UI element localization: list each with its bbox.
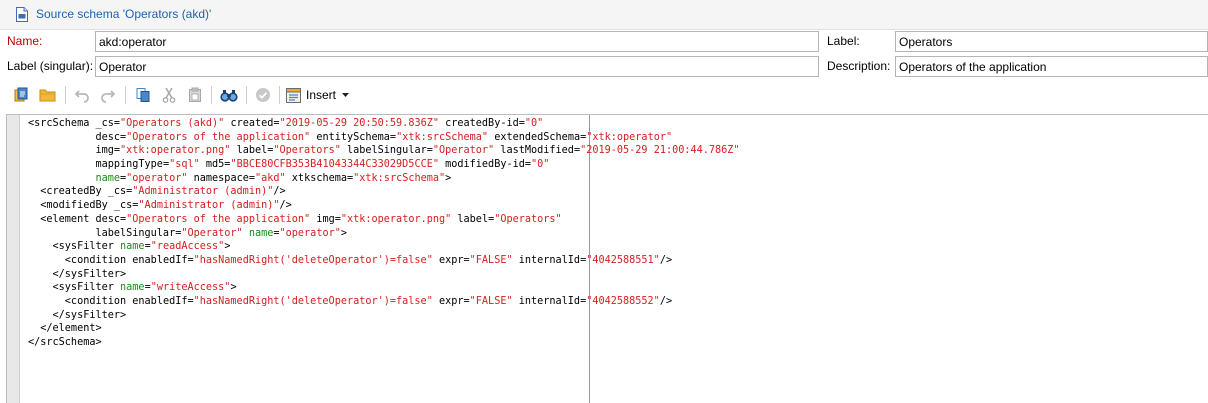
- title-bar: Source schema 'Operators (akd)': [0, 0, 1208, 30]
- redo-button[interactable]: [97, 84, 119, 106]
- schema-document-icon: [16, 7, 28, 22]
- redo-icon: [101, 90, 116, 103]
- code-line: <element desc="Operators of the applicat…: [28, 213, 562, 225]
- validate-icon: [256, 88, 270, 102]
- insert-menu-button[interactable]: Insert: [286, 84, 350, 106]
- open-folder-icon: [39, 89, 56, 102]
- undo-button[interactable]: [71, 84, 93, 106]
- undo-icon: [74, 90, 89, 103]
- label-field[interactable]: [895, 31, 1208, 52]
- new-source-button[interactable]: [10, 84, 32, 106]
- code-line: </element>: [28, 323, 102, 335]
- description-field[interactable]: [895, 56, 1208, 77]
- paste-icon: [189, 87, 201, 102]
- copy-icon: [136, 88, 150, 102]
- code-line: <sysFilter name="readAccess">: [28, 241, 231, 253]
- code-line: <modifiedBy _cs="Administrator (admin)"/…: [28, 200, 292, 212]
- find-icon: [220, 90, 238, 102]
- code-line: <createdBy _cs="Administrator (admin)"/>: [28, 186, 286, 198]
- editor-gutter: [7, 115, 20, 403]
- dropdown-arrow-icon: [342, 93, 350, 97]
- label-singular-label: Label (singular):: [7, 59, 94, 73]
- code-line: labelSingular="Operator" name="operator"…: [95, 227, 347, 239]
- name-label: Name:: [7, 34, 43, 48]
- code-line: </sysFilter>: [28, 268, 127, 280]
- code-line: </sysFilter>: [28, 309, 127, 321]
- label-singular-field[interactable]: [95, 56, 819, 77]
- code-line: name="operator" namespace="akd" xtkschem…: [95, 172, 452, 184]
- copy-button[interactable]: [132, 84, 154, 106]
- code-line: </srcSchema>: [28, 337, 102, 348]
- code-line: <condition enabledIf="hasNamedRight('del…: [28, 254, 673, 266]
- find-button[interactable]: [218, 84, 240, 106]
- description-label: Description:: [827, 59, 891, 73]
- name-field[interactable]: [95, 31, 819, 52]
- code-line: <srcSchema _cs="Operators (akd)" created…: [28, 118, 544, 129]
- window-title: Source schema 'Operators (akd)': [36, 7, 212, 21]
- toolbar-separator: [211, 86, 212, 104]
- xml-code[interactable]: <srcSchema _cs="Operators (akd)" created…: [28, 117, 740, 350]
- code-line: desc="Operators of the application" enti…: [95, 131, 673, 143]
- code-line: <condition enabledIf="hasNamedRight('del…: [28, 295, 673, 307]
- code-line: img="xtk:operator.png" label="Operators"…: [95, 145, 740, 157]
- new-source-icon: [14, 87, 28, 102]
- toolbar-separator: [125, 86, 126, 104]
- toolbar-separator: [279, 86, 280, 104]
- validate-button[interactable]: [252, 84, 274, 106]
- editor-toolbar: Insert: [0, 80, 1208, 111]
- code-line: mappingType="sql" md5="BBCE80CFB353B4104…: [95, 159, 550, 171]
- xml-source-editor[interactable]: <srcSchema _cs="Operators (akd)" created…: [6, 114, 1208, 403]
- code-line: <sysFilter name="writeAccess">: [28, 282, 237, 294]
- open-button[interactable]: [37, 84, 59, 106]
- cut-icon: [162, 87, 176, 103]
- toolbar-separator: [246, 86, 247, 104]
- insert-label: Insert: [306, 88, 337, 102]
- paste-button[interactable]: [184, 84, 206, 106]
- cut-button[interactable]: [158, 84, 180, 106]
- label-label: Label:: [827, 34, 860, 48]
- toolbar-separator: [65, 86, 66, 104]
- insert-icon: [286, 87, 301, 103]
